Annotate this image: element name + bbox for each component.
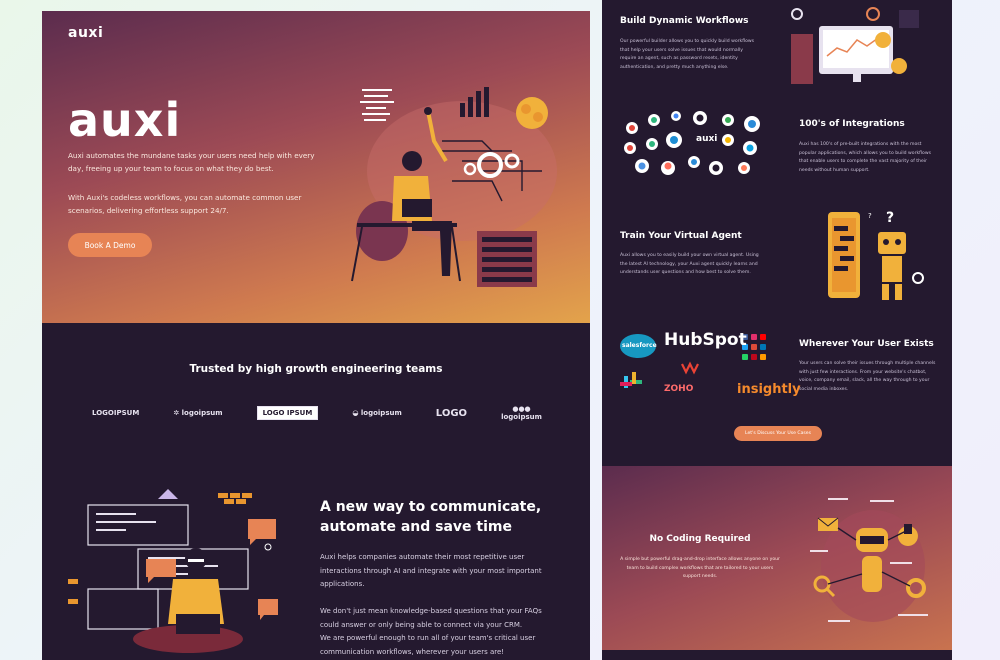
robot-icon	[878, 232, 906, 254]
chat-bubble-icon	[248, 519, 276, 545]
hero-illustration	[351, 87, 557, 287]
workflows-illustration	[791, 7, 919, 84]
svg-text:?: ?	[886, 210, 894, 226]
svg-text:?: ?	[868, 212, 872, 220]
workflows-text: Our powerful builder allows you to quick…	[620, 39, 755, 70]
communicate-paragraph-3: We are powerful enough to run all of you…	[320, 634, 536, 656]
integrations-illustration	[624, 111, 760, 175]
code-lines-icon	[360, 89, 394, 121]
partner-logo-2: ✲ logoipsum	[173, 409, 223, 417]
book-demo-button[interactable]: Book A Demo	[68, 233, 152, 257]
hero-logo: auxi	[68, 93, 182, 147]
communication-illustration	[68, 489, 278, 653]
chat-bubble-icon-2	[146, 559, 176, 583]
partner-logo-6: ●●● logoipsum	[501, 405, 542, 421]
partner-logo-3: LOGO IPSUM	[256, 406, 319, 420]
discuss-use-cases-button[interactable]: Let's Discuss Your Use Cases	[734, 426, 822, 441]
server-rack-icon	[477, 231, 537, 287]
partner-logo-4: ◒ logoipsum	[352, 409, 402, 417]
integrations-text: Auxi has 100's of pre-built integrations…	[799, 142, 931, 173]
communicate-heading: A new way to communicate, automate and s…	[320, 499, 542, 535]
agent-illustration: ? ?	[828, 210, 924, 300]
clock-icon	[875, 32, 891, 48]
chat-bubble-icon-3	[258, 599, 278, 620]
agent-heading: Train Your Virtual Agent	[620, 231, 742, 241]
agent-text: Auxi allows you to easily build your own…	[620, 253, 759, 275]
server-rack-icon	[791, 34, 813, 84]
hubspot-logo: HubSpot	[664, 330, 747, 350]
hero-description-2: With Auxi's codeless workflows, you can …	[68, 193, 302, 215]
brain-icon	[516, 97, 548, 129]
landing-page-right: Build Dynamic Workflows Our powerful bui…	[602, 0, 952, 660]
hero-description: Auxi automates the mundane tasks your us…	[68, 151, 315, 173]
no-coding-heading: No Coding Required	[649, 534, 751, 544]
no-coding-section: No Coding Required A simple but powerful…	[602, 466, 952, 650]
communicate-paragraph-1: Auxi helps companies automate their most…	[320, 553, 542, 588]
salesforce-logo: salesforce	[622, 342, 657, 349]
robot-icon	[891, 58, 907, 74]
communicate-paragraph-2: We don't just mean knowledge-based quest…	[320, 607, 542, 629]
insightly-logo: insightly	[737, 382, 801, 397]
no-coding-illustration	[810, 498, 928, 622]
integrations-center-logo: auxi	[696, 134, 718, 144]
nav-logo[interactable]: auxi	[68, 25, 103, 41]
workflows-heading: Build Dynamic Workflows	[620, 16, 749, 26]
partner-logos: LOGOIPSUM ✲ logoipsum LOGO IPSUM ◒ logoi…	[92, 403, 542, 423]
zoho-logo: ZOHO	[664, 384, 694, 394]
partner-logo-1: LOGOIPSUM	[92, 409, 140, 417]
wherever-heading: Wherever Your User Exists	[799, 339, 934, 349]
gmail-icon	[681, 361, 699, 375]
landing-page-left: auxi auxi Auxi automates the mundane tas…	[42, 11, 590, 660]
partner-logo-5: LOGO	[435, 407, 468, 419]
no-coding-text: A simple but powerful drag-and-drop inte…	[620, 557, 780, 579]
integrations-heading: 100's of Integrations	[799, 119, 905, 129]
trusted-heading: Trusted by high growth engineering teams	[189, 363, 443, 375]
wherever-text: Your users can solve their issues throug…	[799, 361, 936, 392]
slack-logo	[620, 372, 642, 388]
hero-section: auxi auxi Auxi automates the mundane tas…	[42, 11, 590, 323]
gear-icon	[912, 272, 924, 284]
